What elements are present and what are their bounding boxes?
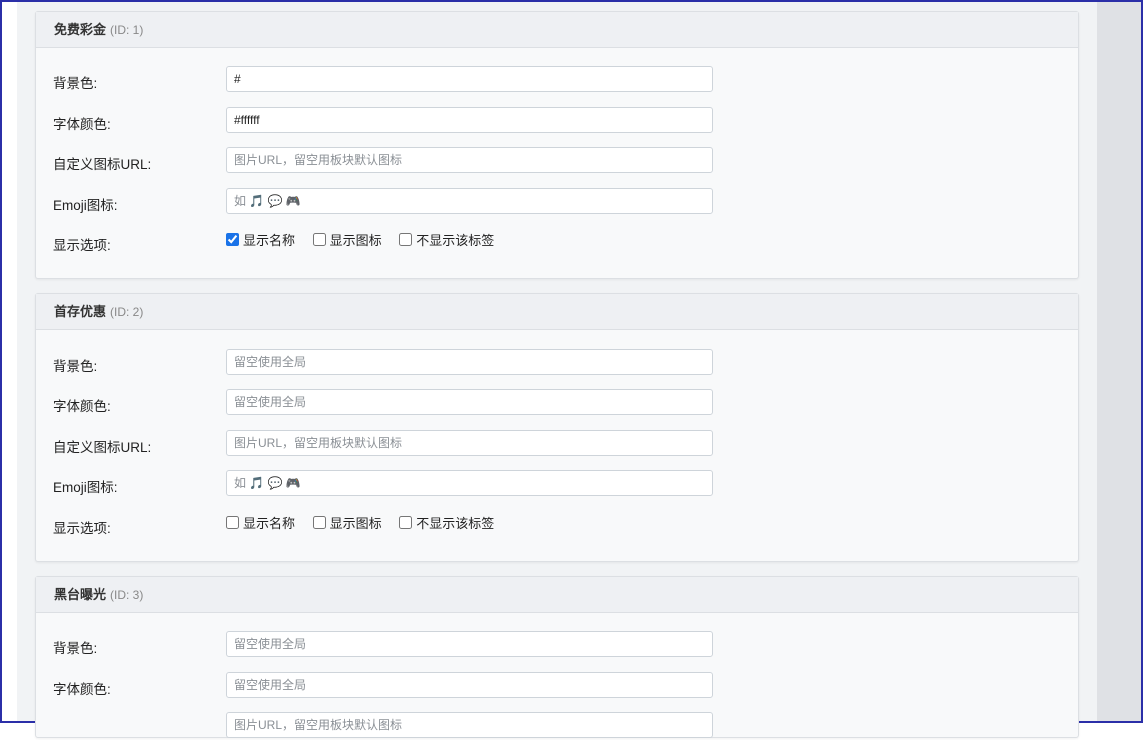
icon-url-row: 自定义图标URL: — [36, 430, 1078, 458]
icon-url-input[interactable] — [226, 147, 713, 173]
icon-url-input[interactable] — [226, 430, 713, 456]
hide-tag-label: 不显示该标签 — [416, 233, 495, 248]
panel-header: 首存优惠 (ID: 2) — [36, 294, 1078, 330]
icon-url-label: 自定义图标URL: — [53, 440, 152, 455]
show-name-option[interactable]: 显示名称 — [226, 513, 295, 532]
bg-color-label: 背景色: — [53, 359, 98, 374]
hide-tag-label: 不显示该标签 — [416, 516, 495, 531]
emoji-input[interactable] — [226, 188, 713, 214]
icon-url-row: 自定义图标URL: — [36, 147, 1078, 175]
options-group: 显示名称 显示图标 不显示该标签 — [226, 230, 508, 249]
show-name-checkbox[interactable] — [226, 516, 239, 529]
show-name-option[interactable]: 显示名称 — [226, 230, 295, 249]
font-color-input[interactable] — [226, 672, 713, 698]
panel-title: 首存优惠 — [54, 304, 107, 319]
emoji-row: Emoji图标: — [36, 470, 1078, 498]
options-row: 显示选项: 显示名称 显示图标 不显示该标签 — [36, 511, 1078, 539]
bg-color-input[interactable] — [226, 349, 713, 375]
font-color-label: 字体颜色: — [53, 117, 111, 132]
show-icon-label: 显示图标 — [329, 516, 382, 531]
show-icon-checkbox[interactable] — [312, 233, 326, 246]
bg-color-label: 背景色: — [53, 76, 98, 91]
emoji-input[interactable] — [226, 470, 713, 496]
show-icon-option[interactable]: 显示图标 — [312, 230, 382, 249]
options-label: 显示选项: — [53, 238, 111, 253]
options-label: 显示选项: — [53, 521, 111, 536]
font-color-label: 字体颜色: — [53, 399, 111, 414]
options-group: 显示名称 显示图标 不显示该标签 — [226, 513, 508, 532]
show-icon-checkbox[interactable] — [312, 516, 326, 529]
hide-tag-checkbox[interactable] — [399, 233, 413, 246]
category-panel-2: 首存优惠(ID: 2) 背景色: 字体颜色: 自定义图标URL: Emoji图标… — [35, 293, 1079, 562]
bg-color-input[interactable] — [226, 66, 713, 92]
hide-tag-option[interactable]: 不显示该标签 — [399, 230, 494, 249]
show-name-checkbox[interactable] — [226, 233, 239, 246]
panel-id: (ID: 2) — [110, 305, 144, 319]
settings-content: 免费彩金(ID: 1) 背景色: 字体颜色: 自定义图标URL: Emoji图标… — [17, 2, 1097, 738]
bg-color-row: 背景色: — [36, 631, 1078, 659]
show-name-label: 显示名称 — [243, 516, 296, 531]
panel-id: (ID: 1) — [110, 23, 144, 37]
font-color-row: 字体颜色: — [36, 107, 1078, 135]
show-icon-label: 显示图标 — [329, 233, 382, 248]
panel-id: (ID: 3) — [110, 588, 144, 602]
category-panel-3: 黑台曝光(ID: 3) 背景色: 字体颜色: — [35, 576, 1079, 738]
hide-tag-option[interactable]: 不显示该标签 — [399, 513, 494, 532]
hide-tag-checkbox[interactable] — [399, 516, 413, 529]
emoji-label: Emoji图标: — [53, 480, 118, 495]
font-color-row: 字体颜色: — [36, 389, 1078, 417]
bg-color-input[interactable] — [226, 631, 713, 657]
bg-color-label: 背景色: — [53, 641, 98, 656]
font-color-row: 字体颜色: — [36, 672, 1078, 700]
show-icon-option[interactable]: 显示图标 — [312, 513, 382, 532]
options-row: 显示选项: 显示名称 显示图标 不显示该标签 — [36, 228, 1078, 256]
panel-title: 免费彩金 — [54, 22, 107, 37]
bg-color-row: 背景色: — [36, 349, 1078, 377]
font-color-input[interactable] — [226, 107, 713, 133]
panel-title: 黑台曝光 — [54, 587, 107, 602]
font-color-label: 字体颜色: — [53, 682, 111, 697]
icon-url-input[interactable] — [226, 712, 713, 738]
category-panel-1: 免费彩金(ID: 1) 背景色: 字体颜色: 自定义图标URL: Emoji图标… — [35, 11, 1079, 279]
scrollbar-track[interactable] — [1093, 2, 1141, 721]
bg-color-row: 背景色: — [36, 66, 1078, 94]
icon-url-label: 自定义图标URL: — [53, 157, 152, 172]
panel-header: 免费彩金 (ID: 1) — [36, 12, 1078, 48]
left-edge — [2, 2, 17, 721]
panel-header: 黑台曝光 (ID: 3) — [36, 577, 1078, 613]
emoji-label: Emoji图标: — [53, 198, 118, 213]
icon-url-row — [36, 712, 1078, 740]
emoji-row: Emoji图标: — [36, 188, 1078, 216]
font-color-input[interactable] — [226, 389, 713, 415]
show-name-label: 显示名称 — [243, 233, 296, 248]
